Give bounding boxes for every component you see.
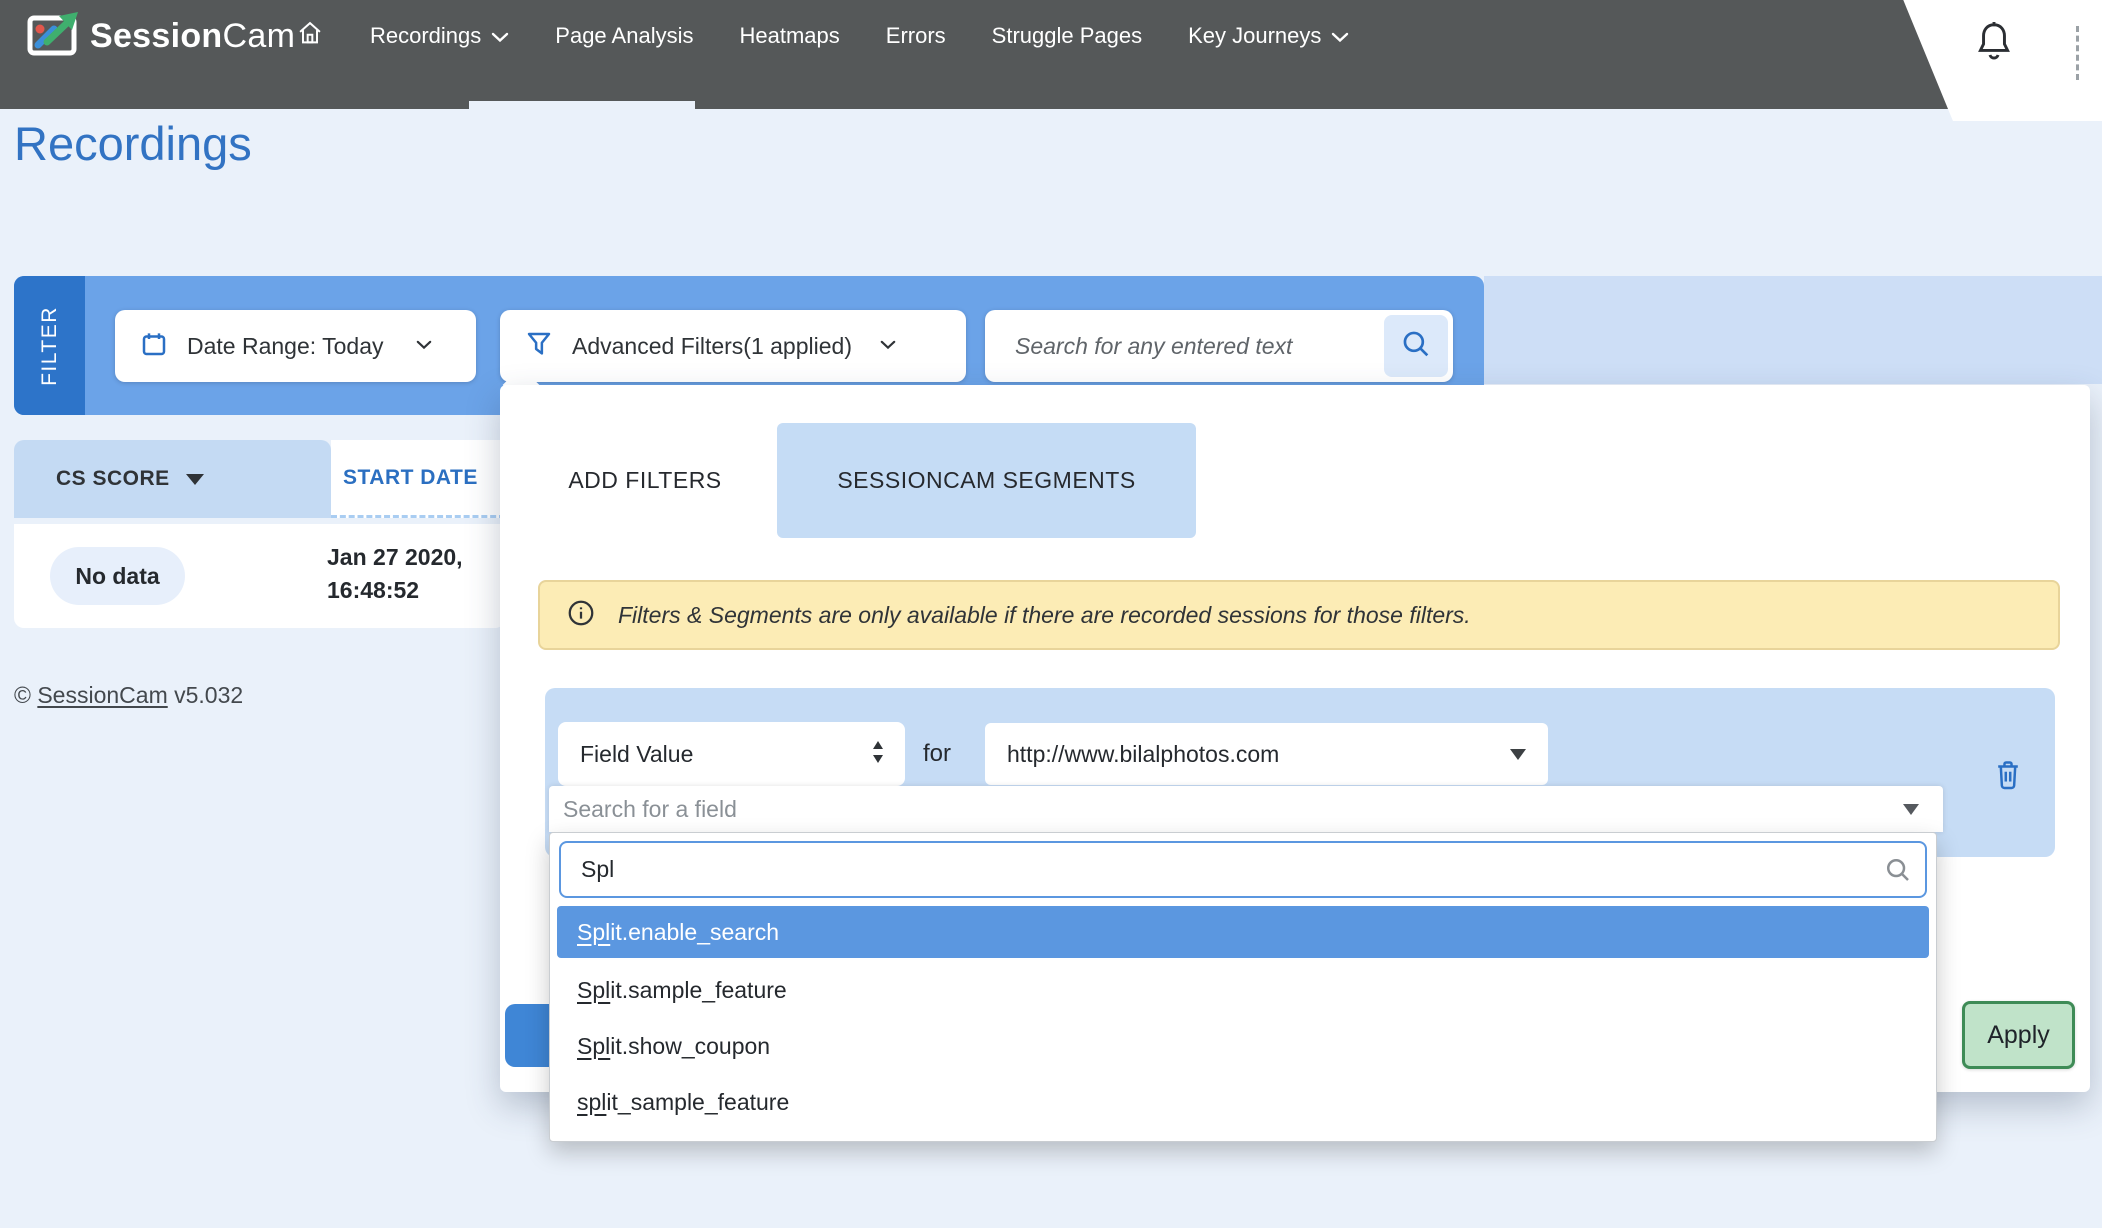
calendar-icon xyxy=(139,329,169,364)
search-icon xyxy=(1883,855,1913,890)
nav-errors[interactable]: Errors xyxy=(886,23,946,49)
field-type-select[interactable]: Field Value xyxy=(558,722,905,786)
field-option[interactable]: split_sample_feature xyxy=(557,1074,1929,1130)
sessioncam-logo-icon xyxy=(26,10,80,63)
dropdown-arrow-icon xyxy=(1510,749,1526,760)
nav-menu: Recordings Page Analysis Heatmaps Errors… xyxy=(296,0,1349,72)
column-header-start-date[interactable]: START DATE xyxy=(331,440,505,518)
info-icon xyxy=(566,598,596,633)
brand-name: SessionCam xyxy=(90,17,295,56)
search-button[interactable] xyxy=(1384,315,1448,377)
text-search-box xyxy=(985,310,1453,382)
notifications-bell-button[interactable] xyxy=(1972,18,2016,75)
menu-dots-icon[interactable] xyxy=(2076,26,2079,80)
search-icon xyxy=(1399,327,1433,366)
for-label: for xyxy=(923,722,951,786)
field-option[interactable]: Split.sample_feature xyxy=(557,962,1929,1018)
column-header-cs-score[interactable]: CS SCORE xyxy=(14,440,331,518)
field-combo-box[interactable]: Search for a field xyxy=(549,786,1943,832)
sessioncam-link[interactable]: SessionCam xyxy=(37,682,167,708)
brand: SessionCam xyxy=(26,0,295,72)
nav-struggle-pages[interactable]: Struggle Pages xyxy=(992,23,1142,49)
funnel-icon xyxy=(524,329,554,364)
chevron-down-icon xyxy=(880,337,896,355)
site-select[interactable]: http://www.bilalphotos.com xyxy=(985,723,1548,785)
advanced-filters-button[interactable]: Advanced Filters(1 applied) xyxy=(500,310,966,382)
navbar-notch xyxy=(469,101,695,109)
field-search-box xyxy=(559,841,1927,898)
field-option-highlighted[interactable]: Split.enable_search xyxy=(557,906,1929,958)
nav-key-journeys[interactable]: Key Journeys xyxy=(1188,23,1349,49)
trash-icon xyxy=(1992,758,2024,797)
app-screen: SessionCam Recordings Page Analysis Heat… xyxy=(0,0,2102,1228)
field-options-listbox: Split.enable_search Split.sample_feature… xyxy=(549,832,1937,1142)
nav-page-analysis[interactable]: Page Analysis xyxy=(555,23,693,49)
table-row[interactable]: No data Jan 27 2020, 16:48:52 xyxy=(14,524,505,628)
footer-version: © SessionCam v5.032 xyxy=(14,682,243,709)
tab-add-filters[interactable]: ADD FILTERS xyxy=(545,423,745,538)
delete-filter-button[interactable] xyxy=(1988,757,2028,797)
field-search-input[interactable] xyxy=(561,843,1871,896)
nav-home[interactable] xyxy=(296,19,324,53)
select-spinner-icon xyxy=(869,737,887,772)
apply-button[interactable]: Apply xyxy=(1962,1001,2075,1069)
nav-recordings[interactable]: Recordings xyxy=(370,23,509,49)
cs-score-badge: No data xyxy=(50,547,185,605)
filter-tab[interactable]: FILTER xyxy=(14,276,85,415)
warning-banner: Filters & Segments are only available if… xyxy=(538,580,2060,650)
chevron-down-icon xyxy=(491,23,509,49)
nav-heatmaps[interactable]: Heatmaps xyxy=(739,23,839,49)
nav-recordings-label: Recordings xyxy=(370,23,481,49)
bell-icon xyxy=(1972,57,2016,74)
chevron-down-icon xyxy=(416,337,432,355)
field-option[interactable]: Split.show_coupon xyxy=(557,1018,1929,1074)
sort-desc-icon xyxy=(186,474,204,485)
filter-bar-extension xyxy=(1484,276,2102,384)
start-date-cell: Jan 27 2020, 16:48:52 xyxy=(327,541,463,607)
date-range-button[interactable]: Date Range: Today xyxy=(115,310,476,382)
text-search-input[interactable] xyxy=(985,310,1375,382)
page-title: Recordings xyxy=(14,116,252,171)
tab-sessioncam-segments[interactable]: SESSIONCAM SEGMENTS xyxy=(777,423,1196,538)
home-icon xyxy=(296,19,324,53)
chevron-down-icon xyxy=(1331,23,1349,49)
combo-arrow-icon xyxy=(1903,804,1919,815)
